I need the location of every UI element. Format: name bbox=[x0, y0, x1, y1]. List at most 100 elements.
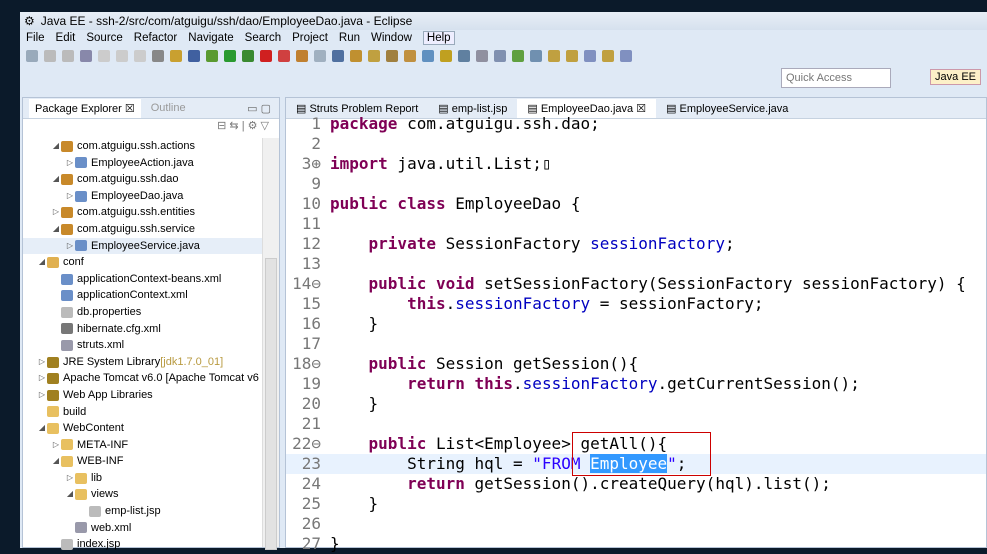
expand-toggle-icon[interactable]: ◢ bbox=[51, 171, 61, 188]
tree-item[interactable]: applicationContext-beans.xml bbox=[23, 271, 263, 288]
menu-run[interactable]: Run bbox=[339, 32, 360, 44]
expand-toggle-icon[interactable]: ◢ bbox=[51, 453, 61, 470]
expand-toggle-icon[interactable]: ◢ bbox=[37, 254, 47, 271]
tab-package-explorer[interactable]: Package Explorer ☒ bbox=[29, 98, 141, 118]
menu-navigate[interactable]: Navigate bbox=[188, 32, 233, 44]
menu-edit[interactable]: Edit bbox=[56, 32, 76, 44]
tree-item[interactable]: struts.xml bbox=[23, 337, 263, 354]
tree-item[interactable]: ▷ Apache Tomcat v6.0 [Apache Tomcat v6 bbox=[23, 370, 263, 387]
expand-toggle-icon[interactable]: ▷ bbox=[37, 354, 47, 371]
expand-toggle-icon[interactable]: ▷ bbox=[51, 204, 61, 221]
toolbar-button-icon[interactable] bbox=[530, 50, 542, 62]
tree-item[interactable]: ▷ EmployeeService.java bbox=[23, 237, 263, 255]
toolbar-button-icon[interactable] bbox=[368, 50, 380, 62]
hibernate-icon bbox=[61, 323, 73, 335]
tree-item[interactable]: ▷ lib bbox=[23, 470, 263, 487]
perspective-java-ee[interactable]: Java EE bbox=[930, 69, 981, 85]
line-number: 27 bbox=[301, 534, 321, 553]
toolbar-button-icon[interactable] bbox=[332, 50, 344, 62]
tree-item[interactable]: ◢ com.atguigu.ssh.service bbox=[23, 221, 263, 238]
toolbar-button-icon[interactable] bbox=[98, 50, 110, 62]
toolbar-button-icon[interactable] bbox=[152, 50, 164, 62]
tree-item[interactable]: ◢ com.atguigu.ssh.actions bbox=[23, 138, 263, 155]
toolbar-button-icon[interactable] bbox=[206, 50, 218, 62]
expand-toggle-icon[interactable]: ◢ bbox=[51, 221, 61, 238]
tree-item[interactable]: ▷ JRE System Library [jdk1.7.0_01] bbox=[23, 354, 263, 371]
toolbar-button-icon[interactable] bbox=[134, 50, 146, 62]
quick-access-input[interactable]: Quick Access bbox=[781, 68, 891, 88]
package-icon bbox=[61, 207, 73, 219]
tree-item[interactable]: ▷ EmployeeDao.java bbox=[23, 188, 263, 205]
close-icon[interactable]: ☒ bbox=[636, 103, 646, 115]
explorer-toolbar[interactable]: ⊟ ⇆ | ⚙ ▽ bbox=[23, 119, 279, 139]
tree-item[interactable]: ◢ views bbox=[23, 486, 263, 503]
toolbar-button-icon[interactable] bbox=[224, 50, 236, 62]
tree-item[interactable]: ▷ com.atguigu.ssh.entities bbox=[23, 204, 263, 221]
scrollbar[interactable] bbox=[262, 138, 279, 550]
toolbar-button-icon[interactable] bbox=[548, 50, 560, 62]
menu-window[interactable]: Window bbox=[371, 32, 412, 44]
tree-item[interactable]: emp-list.jsp bbox=[23, 503, 263, 520]
expand-toggle-icon[interactable]: ▷ bbox=[51, 437, 61, 454]
tree-item[interactable]: applicationContext.xml bbox=[23, 287, 263, 304]
toolbar-button-icon[interactable] bbox=[512, 50, 524, 62]
toolbar-button-icon[interactable] bbox=[602, 50, 614, 62]
code-text: } bbox=[330, 534, 340, 553]
menu-search[interactable]: Search bbox=[245, 32, 281, 44]
expand-toggle-icon[interactable]: ▷ bbox=[65, 470, 75, 487]
toolbar-button-icon[interactable] bbox=[386, 50, 398, 62]
toolbar-button-icon[interactable] bbox=[494, 50, 506, 62]
menu-source[interactable]: Source bbox=[86, 32, 122, 44]
toolbar-button-icon[interactable] bbox=[242, 50, 254, 62]
toolbar-button-icon[interactable] bbox=[458, 50, 470, 62]
expand-toggle-icon[interactable]: ◢ bbox=[51, 138, 61, 155]
menu-refactor[interactable]: Refactor bbox=[134, 32, 177, 44]
tree-item[interactable]: hibernate.cfg.xml bbox=[23, 321, 263, 338]
scrollbar-thumb[interactable] bbox=[265, 258, 277, 550]
toolbar-button-icon[interactable] bbox=[62, 50, 74, 62]
tree-item[interactable]: web.xml bbox=[23, 520, 263, 537]
toolbar-button-icon[interactable] bbox=[476, 50, 488, 62]
tab-outline[interactable]: Outline bbox=[151, 102, 186, 114]
menu-file[interactable]: File bbox=[26, 32, 45, 44]
tree-item[interactable]: ▷ Web App Libraries bbox=[23, 387, 263, 404]
toolbar-button-icon[interactable] bbox=[260, 50, 272, 62]
tree-item[interactable]: index.jsp bbox=[23, 536, 263, 553]
toolbar-button-icon[interactable] bbox=[566, 50, 578, 62]
toolbar-button-icon[interactable] bbox=[296, 50, 308, 62]
menu-help[interactable]: Help bbox=[422, 31, 455, 45]
expand-toggle-icon[interactable]: ▷ bbox=[65, 238, 75, 255]
expand-toggle-icon[interactable]: ◢ bbox=[65, 486, 75, 503]
toolbar-button-icon[interactable] bbox=[404, 50, 416, 62]
expand-toggle-icon[interactable]: ▷ bbox=[65, 155, 75, 172]
tree-item[interactable]: ◢ WEB-INF bbox=[23, 453, 263, 470]
toolbar-button-icon[interactable] bbox=[350, 50, 362, 62]
toolbar-button-icon[interactable] bbox=[422, 50, 434, 62]
toolbar-button-icon[interactable] bbox=[620, 50, 632, 62]
toolbar-button-icon[interactable] bbox=[170, 50, 182, 62]
menu-project[interactable]: Project bbox=[292, 32, 328, 44]
tree-item[interactable]: ◢ conf bbox=[23, 254, 263, 271]
code-area[interactable]: 1 package com.atguigu.ssh.dao; 2 3⊕ import j… bbox=[286, 114, 986, 554]
expand-toggle-icon[interactable]: ◢ bbox=[37, 420, 47, 437]
toolbar-button-icon[interactable] bbox=[116, 50, 128, 62]
toolbar-button-icon[interactable] bbox=[278, 50, 290, 62]
tree-item[interactable]: ◢ com.atguigu.ssh.dao bbox=[23, 171, 263, 188]
toolbar-button-icon[interactable] bbox=[188, 50, 200, 62]
java-file-icon bbox=[75, 240, 87, 252]
tree-item[interactable]: ▷ EmployeeAction.java bbox=[23, 155, 263, 172]
toolbar-button-icon[interactable] bbox=[80, 50, 92, 62]
toolbar-button-icon[interactable] bbox=[26, 50, 38, 62]
tree-item[interactable]: db.properties bbox=[23, 304, 263, 321]
toolbar-button-icon[interactable] bbox=[44, 50, 56, 62]
toolbar-button-icon[interactable] bbox=[584, 50, 596, 62]
expand-toggle-icon[interactable]: ▷ bbox=[37, 387, 47, 404]
toolbar-button-icon[interactable] bbox=[440, 50, 452, 62]
tree-item[interactable]: ▷ META-INF bbox=[23, 437, 263, 454]
toolbar-button-icon[interactable] bbox=[314, 50, 326, 62]
tree-item[interactable]: ◢ WebContent bbox=[23, 420, 263, 437]
expand-toggle-icon[interactable]: ▷ bbox=[65, 188, 75, 205]
tree-item[interactable]: build bbox=[23, 404, 263, 421]
expand-toggle-icon[interactable]: ▷ bbox=[37, 370, 47, 387]
minimize-maximize-icons[interactable]: ▭ ▢ bbox=[247, 102, 271, 115]
